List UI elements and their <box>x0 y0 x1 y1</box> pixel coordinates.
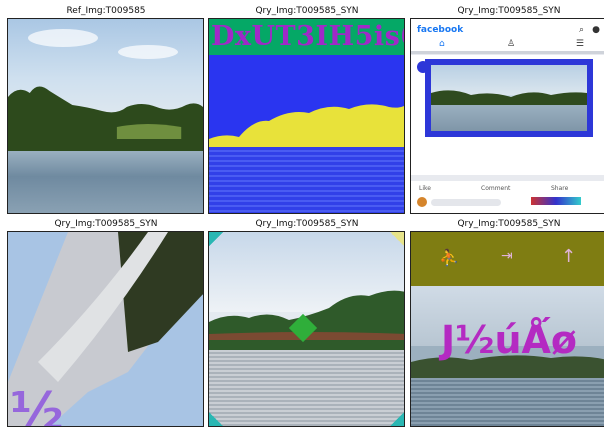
home-icon: ⌂ <box>439 39 445 49</box>
arrow-up-icon: ↑ <box>561 246 577 267</box>
olive-toolbar: ⛹ ⇥ ↑ <box>411 232 604 286</box>
query-image-2: facebook ⌕ ● ⌂ ♙ ☰ Like Comment Share <box>410 18 604 214</box>
like-button[interactable]: Like <box>419 185 431 192</box>
query-image-4 <box>208 231 405 427</box>
share-button[interactable]: Share <box>551 185 568 192</box>
caption-query-4: Qry_Img:T009585_SYN <box>255 219 359 229</box>
overlay-text: J½úǺø <box>441 318 578 362</box>
corner-marker <box>390 412 404 426</box>
app-header: facebook ⌕ ● ⌂ ♙ ☰ <box>411 19 604 51</box>
image-grid: Ref_Img:T009585 Qry_Img:T009585_SYN DxUT… <box>0 0 604 427</box>
divider <box>411 51 604 54</box>
overlay-text: ½ <box>10 382 64 427</box>
people-icon: ♙ <box>507 39 516 49</box>
cloud <box>118 45 178 59</box>
messenger-icon: ● <box>592 25 600 35</box>
caption-query-3: Qry_Img:T009585_SYN <box>54 219 158 229</box>
reaction-bar: Like Comment Share <box>411 181 604 213</box>
facebook-logo: facebook <box>417 25 464 35</box>
running-icon: ⛹ <box>439 248 459 267</box>
corner-marker <box>209 232 223 246</box>
caption-query-1: Qry_Img:T009585_SYN <box>255 6 359 16</box>
caption-ref: Ref_Img:T009585 <box>66 6 146 16</box>
reference-image <box>7 18 204 214</box>
exit-icon: ⇥ <box>501 248 513 264</box>
query-image-1: DxUT3IH5is6 <box>208 18 405 214</box>
overlay-text: DxUT3IH5is6 <box>211 21 405 52</box>
tree-line <box>8 86 203 155</box>
caption-query-5: Qry_Img:T009585_SYN <box>457 219 561 229</box>
emoji-row <box>531 197 581 205</box>
cloud <box>28 29 98 47</box>
caption-query-2: Qry_Img:T009585_SYN <box>457 6 561 16</box>
shared-photo <box>425 59 593 137</box>
blue-water <box>209 147 404 213</box>
comment-button[interactable]: Comment <box>481 185 510 192</box>
menu-icon: ☰ <box>575 39 584 49</box>
corner-marker <box>390 232 404 246</box>
lake-water <box>8 151 203 213</box>
query-image-5: ⛹ ⇥ ↑ J½úǺø <box>410 231 604 427</box>
search-icon: ⌕ <box>578 25 584 35</box>
query-image-3: ½ <box>7 231 204 427</box>
comment-input[interactable] <box>431 199 501 206</box>
avatar <box>417 197 427 207</box>
corner-marker <box>209 412 223 426</box>
